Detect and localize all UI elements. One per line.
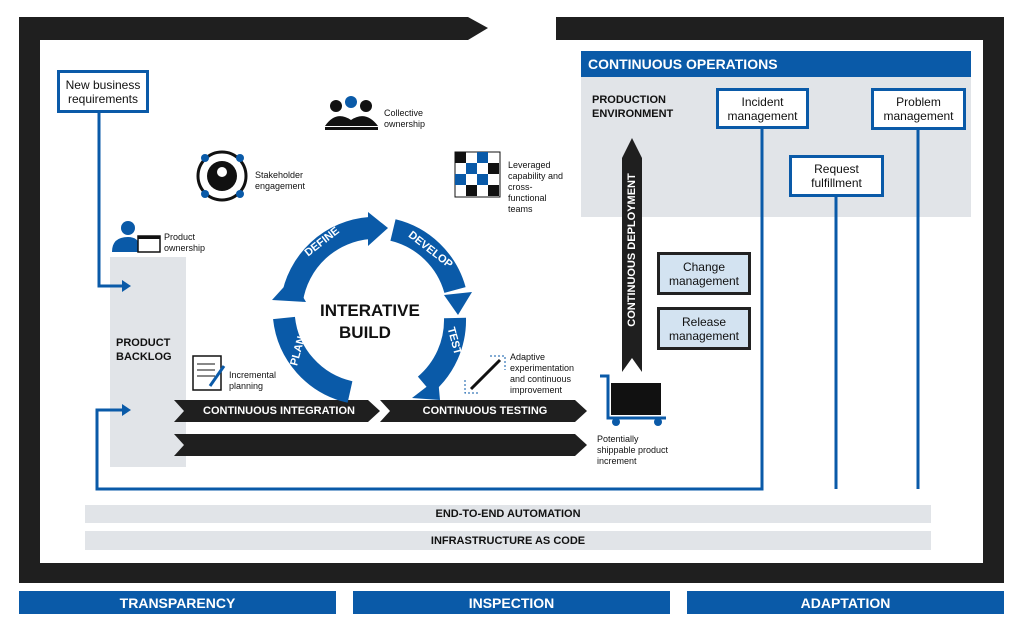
problem-management-box: Problem management bbox=[871, 88, 966, 130]
adaptive-arrow-icon bbox=[464, 355, 506, 394]
cd-label: CONTINUOUS DEPLOYMENT bbox=[626, 173, 638, 327]
new-business-requirements-box: New business requirements bbox=[57, 70, 149, 113]
planning-document-icon bbox=[192, 355, 226, 391]
request-fulfillment-box: Request fulfillment bbox=[789, 155, 884, 197]
pillar-transparency: TRANSPARENCY bbox=[19, 591, 336, 614]
continuous-operations-header: CONTINUOUS OPERATIONS bbox=[581, 51, 971, 77]
pillar-inspection: INSPECTION bbox=[353, 591, 670, 614]
cycle-title: INTERATIVE BUILD bbox=[320, 301, 420, 342]
automation-bar: END-TO-END AUTOMATION bbox=[85, 505, 931, 523]
shipping-cart-icon bbox=[600, 374, 666, 426]
production-environment-label: PRODUCTION ENVIRONMENT bbox=[592, 94, 674, 120]
ci-label: CONTINUOUS INTEGRATION bbox=[203, 405, 355, 417]
pillar-adaptation: ADAPTATION bbox=[687, 591, 1004, 614]
product-backlog-label: PRODUCT BACKLOG bbox=[116, 337, 172, 363]
change-management-box: Change management bbox=[657, 252, 751, 295]
leveraged-label: Leveraged capability and cross-functiona… bbox=[508, 160, 564, 214]
ct-label: CONTINUOUS TESTING bbox=[422, 405, 548, 417]
adaptive-label: Adaptive experimentation and continuous … bbox=[510, 352, 575, 395]
collective-label: Collective ownership bbox=[384, 108, 426, 129]
release-management-box: Release management bbox=[657, 307, 751, 350]
stakeholder-label: Stakeholder engagement bbox=[255, 170, 306, 191]
box-label: Request fulfillment bbox=[811, 162, 862, 190]
product-ownership-label: Product ownership bbox=[164, 232, 206, 253]
incremental-label: Incremental planning bbox=[229, 370, 277, 391]
product-owner-icon bbox=[112, 221, 161, 253]
collective-ownership-icon bbox=[325, 96, 378, 130]
iac-bar: INFRASTRUCTURE AS CODE bbox=[85, 531, 931, 550]
cross-functional-teams-icon bbox=[454, 151, 501, 198]
box-label: New business requirements bbox=[65, 77, 141, 106]
box-label: Change management bbox=[668, 259, 740, 288]
box-label: Incident management bbox=[727, 94, 798, 123]
incident-management-box: Incident management bbox=[716, 88, 809, 129]
stakeholder-engagement-icon bbox=[196, 150, 248, 202]
delivery-arrow bbox=[174, 434, 587, 456]
shippable-label: Potentially shippable product increment bbox=[597, 434, 669, 466]
box-label: Problem management bbox=[883, 95, 954, 123]
box-label: Release management bbox=[668, 314, 740, 343]
